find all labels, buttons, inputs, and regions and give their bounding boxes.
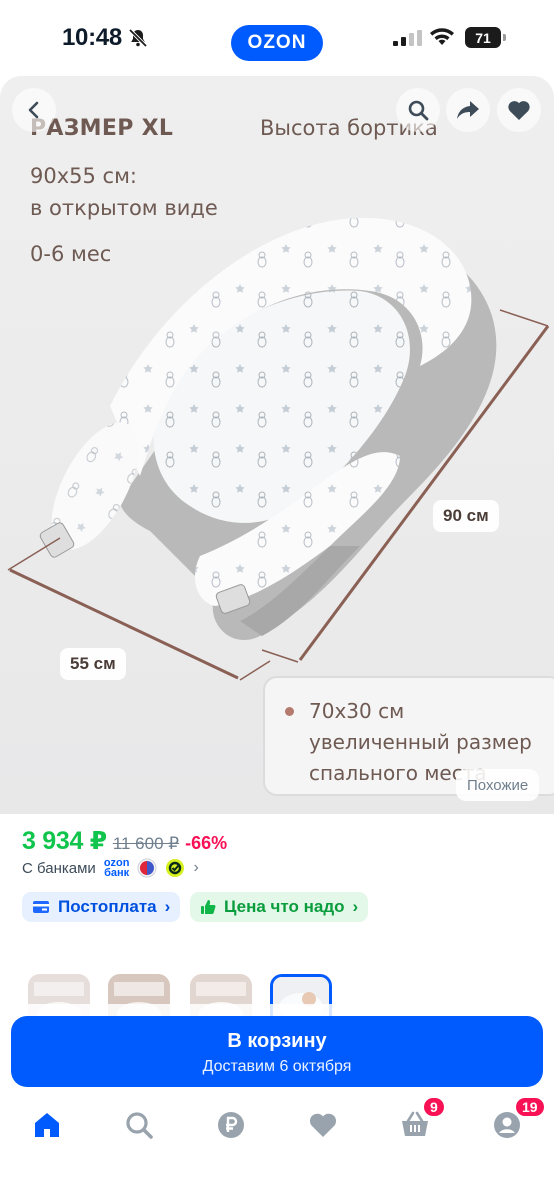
sber-logo-icon	[166, 859, 185, 877]
add-to-cart-button[interactable]: В корзину Доставим 6 октября	[11, 1016, 543, 1087]
card-icon	[33, 901, 49, 913]
heart-icon	[309, 1113, 337, 1137]
chevron-left-icon	[28, 101, 39, 119]
heart-icon	[508, 101, 530, 120]
postpay-label: Постоплата	[58, 897, 157, 916]
photo-age-text: 0-6 мес	[30, 242, 112, 266]
price-old: 11 600 ₽	[112, 834, 180, 853]
battery-tip	[503, 34, 506, 41]
back-button[interactable]	[12, 88, 56, 132]
share-button[interactable]	[446, 88, 490, 132]
status-time: 10:48	[62, 24, 122, 51]
banks-label: С банками	[22, 859, 96, 877]
price-current: 3 934 ₽	[22, 827, 107, 855]
share-arrow-icon	[457, 101, 479, 119]
fair-price-label: Цена что надо	[224, 897, 345, 916]
info-line: 70х30 см	[309, 699, 405, 723]
banks-row[interactable]: С банками ozon банк ›	[22, 858, 199, 879]
tab-home[interactable]	[32, 1110, 62, 1140]
cart-badge: 9	[422, 1096, 446, 1118]
dimension-label-width: 55 см	[60, 648, 126, 680]
product-gallery[interactable]: РАЗМЕР XL Высота бортика 90х55 см: в отк…	[0, 76, 554, 814]
dimension-label-length: 90 см	[433, 500, 499, 532]
bell-muted-icon	[128, 28, 148, 48]
photo-size-text: 90х55 см: в открытом виде	[30, 164, 218, 220]
tab-favorites[interactable]	[308, 1110, 338, 1140]
price-discount: -66%	[185, 833, 228, 853]
tab-profile[interactable]: 19	[492, 1096, 546, 1140]
ozon-bank-logo-line2: банк	[104, 867, 130, 879]
search-icon	[126, 1112, 153, 1139]
tab-cart[interactable]: 9	[400, 1096, 446, 1140]
tab-finance[interactable]	[216, 1110, 246, 1140]
add-to-cart-label: В корзину	[227, 1030, 327, 1052]
info-line: увеличенный размер	[309, 730, 532, 754]
ruble-icon	[218, 1112, 244, 1138]
cellular-signal-icon	[393, 30, 422, 46]
battery-indicator: 71	[465, 27, 507, 48]
fair-price-chip[interactable]: Цена что надо ›	[190, 892, 369, 922]
wifi-icon	[430, 28, 454, 45]
search-icon	[408, 100, 429, 121]
profile-badge: 19	[514, 1096, 546, 1118]
price-card: 3 934 ₽ 11 600 ₽ -66% С банками ozon бан…	[0, 814, 554, 942]
battery-level: 71	[465, 27, 501, 48]
bullet-dot	[285, 707, 294, 716]
price-row[interactable]: 3 934 ₽ 11 600 ₽ -66%	[22, 826, 227, 856]
postpay-chip[interactable]: Постоплата ›	[22, 892, 181, 922]
chevron-right-icon: ›	[193, 859, 199, 876]
chevron-right-icon: ›	[164, 897, 171, 916]
ozon-logo: OZON	[231, 25, 323, 61]
favorite-button[interactable]	[497, 88, 541, 132]
thumbs-up-icon	[201, 900, 216, 914]
bank-logo-icon	[137, 858, 157, 878]
home-icon	[35, 1113, 59, 1137]
chevron-right-icon: ›	[352, 897, 359, 916]
status-bar: 10:48 OZON 71	[0, 0, 554, 76]
ozon-bank-logo: ozon банк	[104, 858, 130, 879]
search-button[interactable]	[396, 88, 440, 132]
tab-search[interactable]	[124, 1110, 154, 1140]
delivery-date: Доставим 6 октября	[202, 1058, 352, 1075]
bottom-tab-bar: 9 19	[0, 1094, 554, 1200]
similar-button[interactable]: Похожие	[456, 769, 540, 801]
